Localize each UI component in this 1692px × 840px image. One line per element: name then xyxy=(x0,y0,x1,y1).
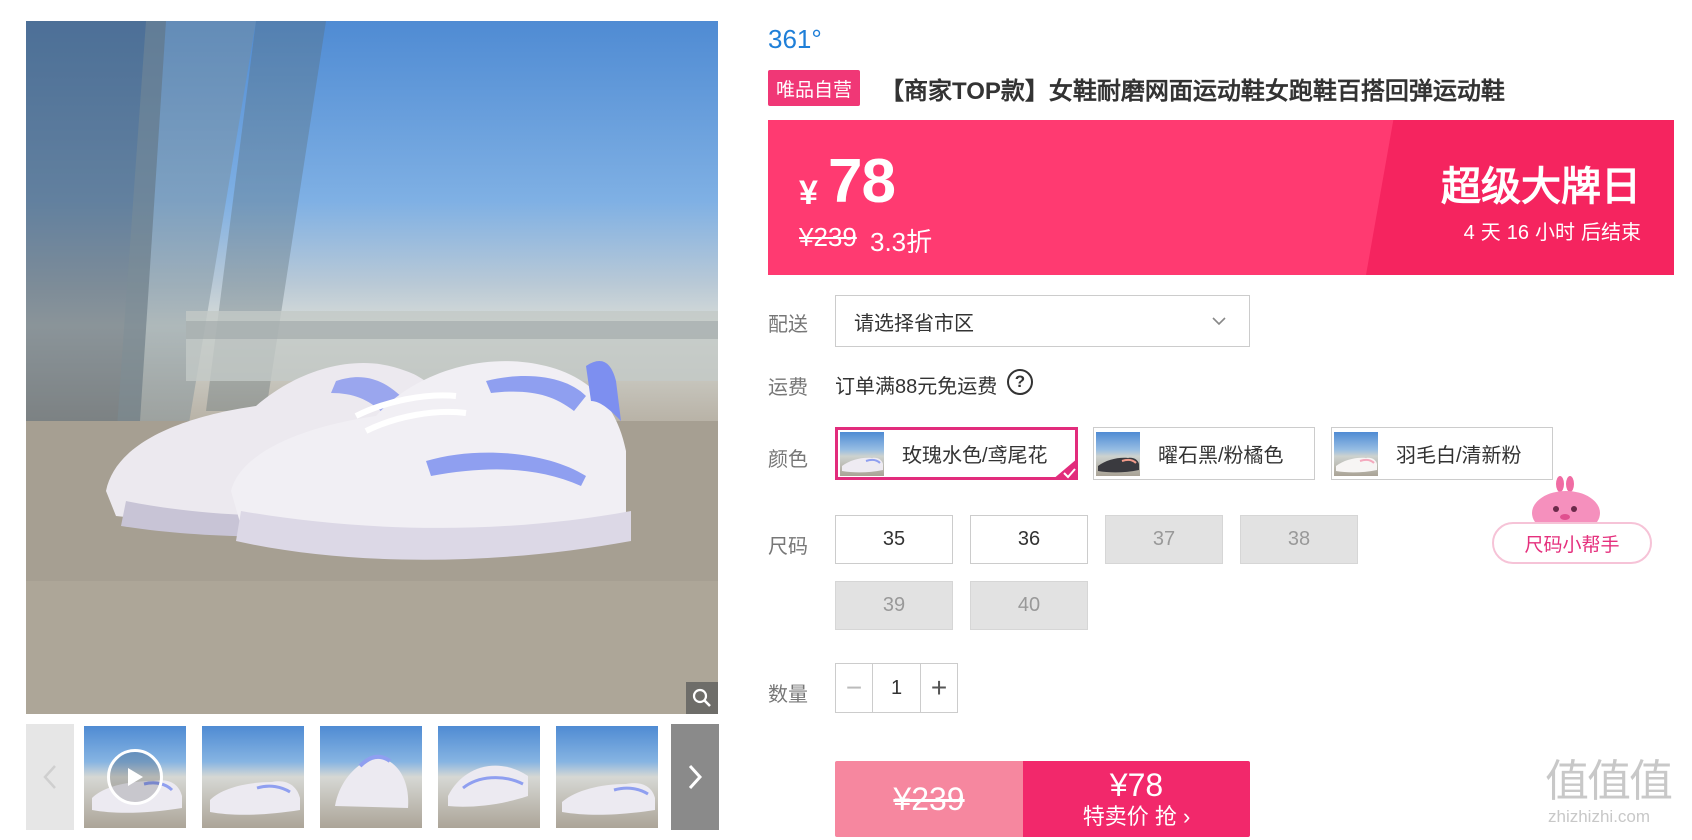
countdown-suffix: 后结束 xyxy=(1581,222,1641,244)
size-option-37: 37 xyxy=(1105,515,1223,564)
product-title: 【商家TOP款】女鞋耐磨网面运动鞋女跑鞋百搭回弹运动鞋 xyxy=(880,78,1505,105)
chevron-right-icon xyxy=(688,764,703,790)
thumbnail-prev-button[interactable] xyxy=(26,724,74,830)
size-option-40: 40 xyxy=(970,581,1088,630)
buy-sale-price: ¥78 xyxy=(1109,767,1164,803)
brand-link[interactable]: 361° xyxy=(768,24,822,55)
event-title: 超级大牌日 xyxy=(1441,165,1641,209)
shipping-policy: 订单满88元免运费 xyxy=(835,376,998,398)
watermark-logo: 值值值 xyxy=(1545,757,1673,806)
thumbnail-image-4[interactable] xyxy=(438,726,540,828)
thumbnail-image-3[interactable] xyxy=(320,726,422,828)
thumbnail-shoe-sole xyxy=(448,765,528,807)
chevron-left-icon xyxy=(43,765,56,789)
quantity-decrease-button[interactable]: − xyxy=(836,664,873,712)
original-price: ¥239 xyxy=(799,222,857,252)
price-banner: ¥ 78 ¥239 3.3折 超级大牌日 4 天 16 小时 后结束 xyxy=(768,120,1674,275)
countdown: 4 天 16 小时 后结束 xyxy=(1458,216,1641,245)
color-swatch xyxy=(1096,431,1140,476)
region-select[interactable]: 请选择省市区 xyxy=(835,295,1250,347)
thumbnail-video[interactable] xyxy=(84,726,186,828)
color-option-1[interactable]: 玫瑰水色/鸢尾花 xyxy=(835,427,1078,480)
quantity-label: 数量 xyxy=(768,684,808,706)
buy-now-button[interactable]: ¥239 ¥78 特卖价 抢 › xyxy=(835,761,1250,837)
color-option-2[interactable]: 曜石黑/粉橘色 xyxy=(1093,427,1315,480)
self-operated-badge: 唯品自营 xyxy=(768,70,860,106)
size-option-36[interactable]: 36 xyxy=(970,515,1088,564)
thumbnail-shoe-side xyxy=(562,783,655,815)
search-icon xyxy=(692,688,711,707)
thumbnail-strip xyxy=(26,724,719,830)
color-option-label: 曜石黑/粉橘色 xyxy=(1158,445,1284,467)
size-option-35[interactable]: 35 xyxy=(835,515,953,564)
thumbnail-shoe-pair xyxy=(210,781,300,815)
size-label: 尺码 xyxy=(768,536,808,558)
color-swatch xyxy=(1334,431,1378,476)
color-option-label: 羽毛白/清新粉 xyxy=(1396,445,1522,467)
chevron-down-icon xyxy=(1212,317,1226,326)
question-icon[interactable]: ? xyxy=(1007,369,1033,395)
watermark-url: zhizhizhi.com xyxy=(1548,807,1651,826)
countdown-hours-unit: 小时 xyxy=(1535,222,1575,244)
site-watermark: 值值值 zhizhizhi.com xyxy=(1545,757,1685,837)
discount-rate: 3.3折 xyxy=(870,227,933,257)
quantity-stepper: − + xyxy=(835,663,958,713)
color-option-label: 玫瑰水色/鸢尾花 xyxy=(902,445,1048,467)
thumbnail-next-button[interactable] xyxy=(671,724,719,830)
color-label: 颜色 xyxy=(768,449,808,471)
current-price: 78 xyxy=(828,147,896,216)
play-icon xyxy=(107,749,163,805)
thumbnail-image-2[interactable] xyxy=(202,726,304,828)
color-swatch xyxy=(840,431,884,476)
currency-symbol: ¥ xyxy=(799,174,818,212)
shipping-label: 运费 xyxy=(768,377,808,399)
thumbnail-image-5[interactable] xyxy=(556,726,658,828)
thumbnail-shoe-front xyxy=(335,754,409,808)
buy-sale-section: ¥78 特卖价 抢 › xyxy=(1023,761,1250,837)
countdown-days: 4 xyxy=(1463,222,1475,244)
quantity-input[interactable] xyxy=(873,664,920,712)
color-option-3[interactable]: 羽毛白/清新粉 xyxy=(1331,427,1553,480)
delivery-label: 配送 xyxy=(768,314,808,336)
main-product-image[interactable] xyxy=(26,21,718,714)
quantity-increase-button[interactable]: + xyxy=(920,664,957,712)
buy-original-price: ¥239 xyxy=(835,761,1023,837)
zoom-button[interactable] xyxy=(686,682,718,714)
buy-label: 特卖价 抢 › xyxy=(1082,804,1191,829)
size-helper-button[interactable]: 尺码小帮手 xyxy=(1492,522,1652,564)
shoe-photo-illustration xyxy=(26,21,718,714)
size-option-39: 39 xyxy=(835,581,953,630)
countdown-days-unit: 天 xyxy=(1480,222,1501,244)
check-icon xyxy=(1052,458,1078,480)
region-select-placeholder: 请选择省市区 xyxy=(854,312,974,335)
countdown-hours: 16 xyxy=(1506,222,1529,244)
size-option-38: 38 xyxy=(1240,515,1358,564)
